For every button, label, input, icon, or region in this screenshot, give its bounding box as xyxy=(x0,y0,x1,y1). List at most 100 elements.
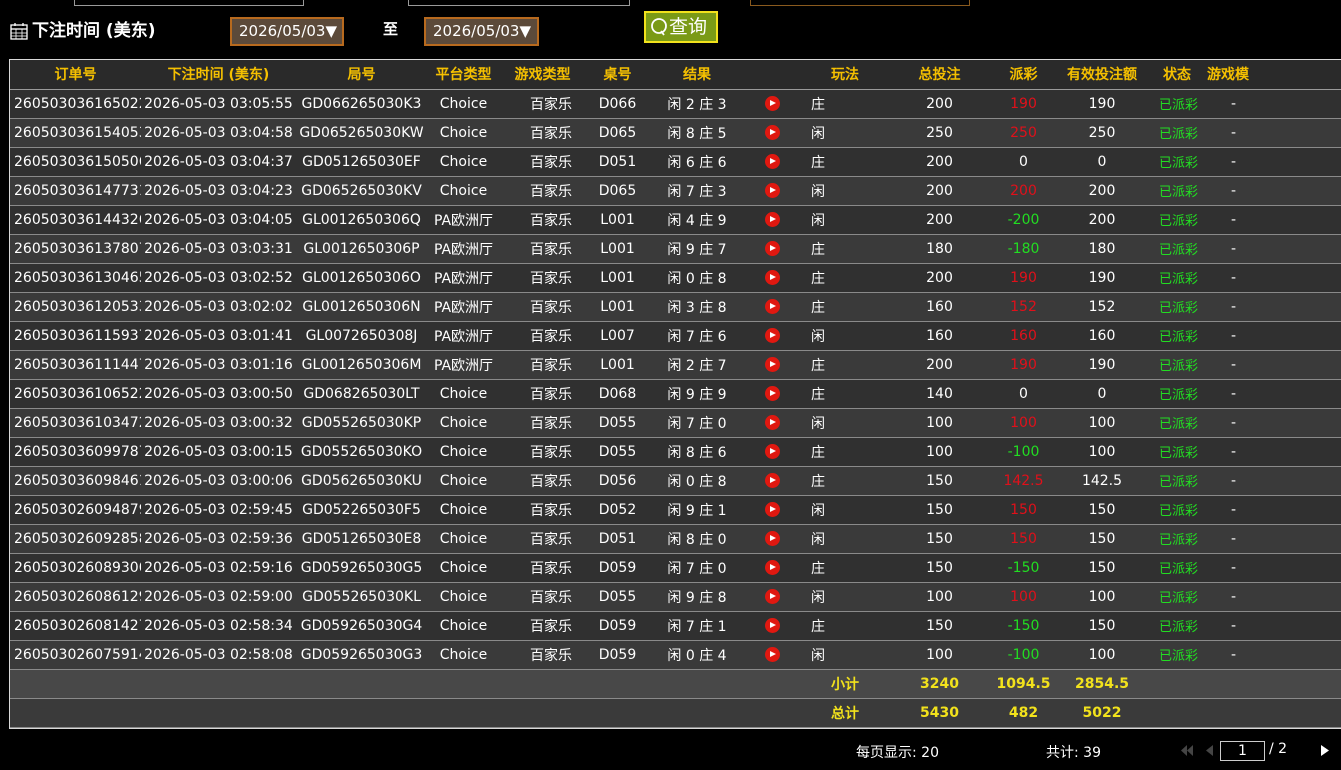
total-label: 总计 xyxy=(801,698,889,728)
play-video-icon[interactable] xyxy=(765,415,780,430)
bet-time-cell: 2026-05-03 03:00:32 xyxy=(141,408,296,438)
bet-time-label: 下注时间 (美东) xyxy=(32,21,156,41)
payout-cell: -150 xyxy=(990,611,1057,641)
payout-cell: -100 xyxy=(990,640,1057,670)
subtotal-row: 小计 3240 1094.5 2854.5 xyxy=(10,669,1341,699)
page-number-input[interactable]: 1 xyxy=(1220,741,1265,761)
order-no-cell: 260503036150506 xyxy=(10,147,141,177)
round-no-cell: GD059265030G5 xyxy=(296,553,427,583)
play-video-icon[interactable] xyxy=(765,357,780,372)
result-cell: 闲 7 庄 6 xyxy=(650,321,744,351)
platform-cell: Choice xyxy=(427,524,500,554)
order-no-cell: 260503026089300 xyxy=(10,553,141,583)
video-cell xyxy=(744,379,801,409)
total-bet-cell: 150 xyxy=(889,495,990,525)
filter-bar: 下注时间 (美东) 2026/05/03▼ 至 2026/05/03▼ 查询 xyxy=(0,10,1341,46)
play-video-icon[interactable] xyxy=(765,647,780,662)
table-no-cell: D065 xyxy=(585,176,650,206)
table-no-cell: L001 xyxy=(585,350,650,380)
payout-cell: -100 xyxy=(990,437,1057,467)
bet-time-cell: 2026-05-03 03:02:52 xyxy=(141,263,296,293)
payout-cell: 0 xyxy=(990,147,1057,177)
game-type-cell: 百家乐 xyxy=(500,263,585,293)
table-no-cell: D051 xyxy=(585,524,650,554)
bet-mode-cell: 闲 xyxy=(801,118,889,148)
next-page-icon[interactable] xyxy=(1321,745,1330,756)
valid-bet-cell: 150 xyxy=(1057,553,1147,583)
play-video-icon[interactable] xyxy=(765,444,780,459)
play-video-icon[interactable] xyxy=(765,212,780,227)
play-video-icon[interactable] xyxy=(765,96,780,111)
valid-bet-cell: 150 xyxy=(1057,524,1147,554)
round-no-cell: GL0012650306N xyxy=(296,292,427,322)
table-no-cell: L007 xyxy=(585,321,650,351)
order-no-cell: 260503036106522 xyxy=(10,379,141,409)
play-video-icon[interactable] xyxy=(765,589,780,604)
end-date-select[interactable]: 2026/05/03▼ xyxy=(424,17,539,46)
table-no-cell: D056 xyxy=(585,466,650,496)
table-no-cell: L001 xyxy=(585,263,650,293)
payout-cell: 150 xyxy=(990,495,1057,525)
bet-time-cell: 2026-05-03 03:04:37 xyxy=(141,147,296,177)
table-row: 260503036150506 2026-05-03 03:04:37 GD0512… xyxy=(10,147,1341,177)
table-no-cell: D068 xyxy=(585,379,650,409)
play-video-icon[interactable] xyxy=(765,183,780,198)
game-type-cell: 百家乐 xyxy=(500,466,585,496)
play-video-icon[interactable] xyxy=(765,560,780,575)
valid-bet-cell: 100 xyxy=(1057,408,1147,438)
platform-cell: Choice xyxy=(427,553,500,583)
round-no-cell: GD065265030KW xyxy=(296,118,427,148)
play-video-icon[interactable] xyxy=(765,473,780,488)
table-row: 260503036099787 2026-05-03 03:00:15 GD0552… xyxy=(10,437,1341,467)
table-row: 260503036137807 2026-05-03 03:03:31 GL0012… xyxy=(10,234,1341,264)
order-no-cell: 260503036120533 xyxy=(10,292,141,322)
first-page-icon[interactable] xyxy=(1181,745,1193,756)
query-label: 查询 xyxy=(669,16,708,38)
play-video-icon[interactable] xyxy=(765,328,780,343)
total-bet-cell: 200 xyxy=(889,205,990,235)
round-no-cell: GL0012650306P xyxy=(296,234,427,264)
table-row: 260503026089300 2026-05-03 02:59:16 GD0592… xyxy=(10,553,1341,583)
bet-time-cell: 2026-05-03 03:04:23 xyxy=(141,176,296,206)
start-date-select[interactable]: 2026/05/03▼ xyxy=(230,17,344,46)
result-cell: 闲 9 庄 9 xyxy=(650,379,744,409)
order-no-cell: 260503026081427 xyxy=(10,611,141,641)
order-no-cell: 260503036111447 xyxy=(10,350,141,380)
platform-cell: Choice xyxy=(427,89,500,119)
play-video-icon[interactable] xyxy=(765,125,780,140)
payout-cell: 160 xyxy=(990,321,1057,351)
play-video-icon[interactable] xyxy=(765,154,780,169)
total-bet-cell: 200 xyxy=(889,176,990,206)
bet-mode-cell: 庄 xyxy=(801,611,889,641)
play-video-icon[interactable] xyxy=(765,386,780,401)
play-video-icon[interactable] xyxy=(765,241,780,256)
game-mode-cell: - xyxy=(1207,147,1341,177)
round-no-cell: GD051265030EF xyxy=(296,147,427,177)
order-no-cell: 260503036144326 xyxy=(10,205,141,235)
play-video-icon[interactable] xyxy=(765,299,780,314)
video-cell xyxy=(744,640,801,670)
prev-page-icon[interactable] xyxy=(1205,745,1213,756)
table-no-cell: D065 xyxy=(585,118,650,148)
round-no-cell: GD051265030E8 xyxy=(296,524,427,554)
video-cell xyxy=(744,582,801,612)
bet-mode-cell: 闲 xyxy=(801,176,889,206)
result-cell: 闲 6 庄 6 xyxy=(650,147,744,177)
order-no-cell: 260503036115937 xyxy=(10,321,141,351)
header-game-mode: 游戏模 xyxy=(1207,60,1341,90)
platform-cell: Choice xyxy=(427,466,500,496)
platform-cell: PA欧洲厅 xyxy=(427,350,500,380)
video-cell xyxy=(744,495,801,525)
query-button[interactable]: 查询 xyxy=(644,11,718,43)
game-mode-cell: - xyxy=(1207,89,1341,119)
play-video-icon[interactable] xyxy=(765,618,780,633)
game-mode-cell: - xyxy=(1207,582,1341,612)
play-video-icon[interactable] xyxy=(765,531,780,546)
status-cell: 已派彩 xyxy=(1147,118,1207,148)
game-type-cell: 百家乐 xyxy=(500,611,585,641)
play-video-icon[interactable] xyxy=(765,270,780,285)
header-platform: 平台类型 xyxy=(427,60,500,90)
platform-cell: Choice xyxy=(427,437,500,467)
bet-time-cell: 2026-05-03 03:00:50 xyxy=(141,379,296,409)
play-video-icon[interactable] xyxy=(765,502,780,517)
